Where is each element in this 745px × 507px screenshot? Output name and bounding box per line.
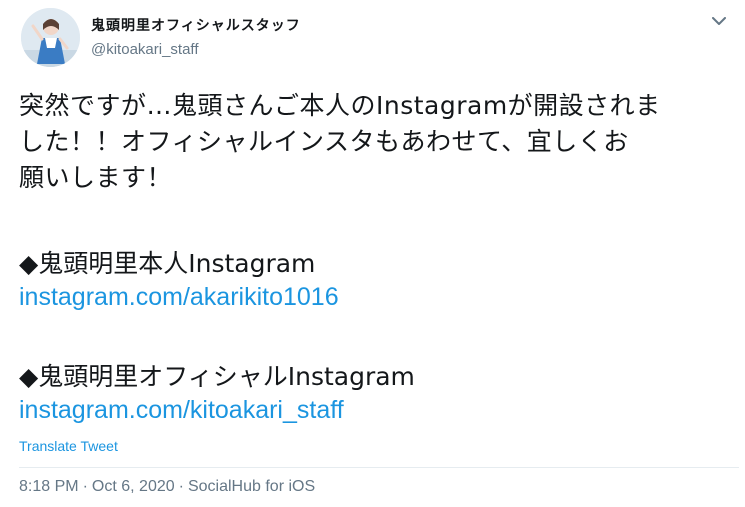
- tweet-text-line: した！！オフィシャルインスタもあわせて、宜しくお: [19, 127, 629, 156]
- personal-instagram-label: ◆鬼頭明里本人Instagram: [19, 249, 316, 278]
- personal-instagram-link[interactable]: instagram.com/akarikito1016: [19, 283, 339, 312]
- tweet-time[interactable]: 8:18 PM: [19, 478, 79, 495]
- tweet-source[interactable]: SocialHub for iOS: [188, 478, 315, 495]
- tweet-text-line: 突然ですが…鬼頭さんご本人のInstagramが開設されま: [19, 91, 661, 120]
- tweet-text: 突然ですが…鬼頭さんご本人のInstagramが開設されま した！！オフィシャル…: [19, 88, 734, 196]
- translate-tweet-button[interactable]: Translate Tweet: [19, 438, 118, 454]
- more-options-button[interactable]: [708, 10, 730, 32]
- divider: [19, 467, 739, 468]
- user-handle[interactable]: @kitoakari_staff: [91, 41, 199, 58]
- chevron-down-icon: [712, 16, 726, 25]
- tweet-text-line: 願いします！: [19, 163, 173, 192]
- avatar-photo: [21, 8, 80, 67]
- meta-separator: ·: [178, 478, 184, 495]
- avatar[interactable]: [21, 8, 80, 67]
- tweet-meta: 8:18 PM · Oct 6, 2020 · SocialHub for iOS: [19, 478, 315, 496]
- official-instagram-label: ◆鬼頭明里オフィシャルInstagram: [19, 362, 415, 391]
- display-name[interactable]: 鬼頭明里オフィシャルスタッフ: [91, 15, 301, 35]
- meta-separator: ·: [82, 478, 88, 495]
- official-instagram-link[interactable]: instagram.com/kitoakari_staff: [19, 396, 344, 425]
- tweet-card: 鬼頭明里オフィシャルスタッフ @kitoakari_staff 突然ですが…鬼頭…: [0, 0, 745, 507]
- tweet-date[interactable]: Oct 6, 2020: [92, 478, 175, 495]
